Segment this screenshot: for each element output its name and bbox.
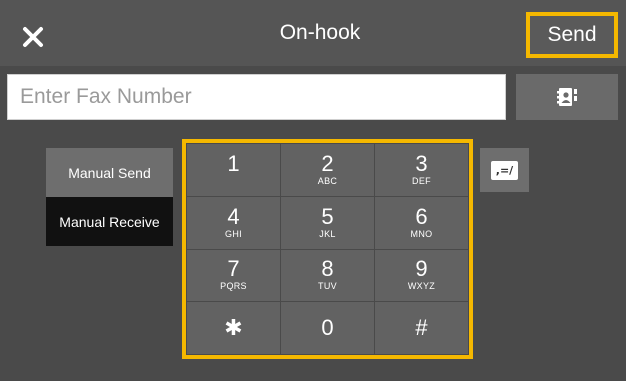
hash-icon: # [415, 315, 428, 341]
right-edge [626, 0, 630, 381]
key-letters: TUV [318, 281, 337, 292]
key-3[interactable]: 3 DEF [375, 144, 468, 196]
close-icon [23, 27, 43, 47]
key-letters: PQRS [220, 281, 247, 292]
dial-pause-button[interactable]: ,=/ [480, 148, 529, 192]
numeric-keypad: 1 2 ABC 3 DEF 4 GHI 5 JKL 6 MNO 7 PQRS 8 [182, 139, 473, 359]
key-7[interactable]: 7 PQRS [187, 249, 280, 302]
key-letters: GHI [225, 228, 242, 239]
key-5[interactable]: 5 JKL [281, 196, 374, 249]
key-letters: ABC [317, 175, 338, 186]
key-8[interactable]: 8 TUV [281, 249, 374, 302]
key-letters: MNO [410, 228, 433, 239]
key-digit: 5 [321, 203, 334, 229]
key-1[interactable]: 1 [187, 144, 280, 196]
manual-receive-label: Manual Receive [59, 213, 160, 230]
key-star[interactable]: ✱ [187, 302, 280, 354]
key-9[interactable]: 9 WXYZ [375, 249, 468, 302]
key-6[interactable]: 6 MNO [375, 196, 468, 249]
send-button-label: Send [547, 23, 597, 46]
key-digit: 7 [227, 256, 240, 282]
key-hash[interactable]: # [375, 302, 468, 354]
key-digit: 6 [415, 203, 428, 229]
key-digit: 0 [321, 315, 334, 341]
send-button[interactable]: Send [526, 12, 618, 58]
key-digit: 1 [227, 150, 240, 176]
manual-send-label: Manual Send [68, 164, 151, 181]
header-bar: On-hook Send [0, 0, 626, 66]
key-digit: 9 [415, 256, 428, 282]
page-title: On-hook [279, 21, 361, 44]
fax-number-input[interactable] [7, 74, 506, 120]
close-button[interactable] [8, 15, 58, 59]
manual-receive-button[interactable]: Manual Receive [46, 197, 173, 246]
fax-screen: On-hook Send Manual Send Manual Receive … [0, 0, 626, 381]
key-letters: DEF [412, 175, 431, 186]
asterisk-icon: ✱ [224, 315, 243, 341]
key-digit: 4 [227, 203, 240, 229]
address-book-button[interactable] [516, 74, 618, 120]
key-4[interactable]: 4 GHI [187, 196, 280, 249]
address-book-icon [557, 88, 577, 106]
key-digit: 3 [415, 150, 428, 176]
key-digit: 8 [321, 256, 334, 282]
key-letters: WXYZ [407, 281, 436, 292]
key-0[interactable]: 0 [281, 302, 374, 354]
key-2[interactable]: 2 ABC [281, 144, 374, 196]
key-letters: JKL [319, 228, 336, 239]
key-digit: 2 [321, 150, 334, 176]
dial-pause-icon: ,=/ [490, 160, 519, 180]
manual-send-button[interactable]: Manual Send [46, 148, 173, 197]
